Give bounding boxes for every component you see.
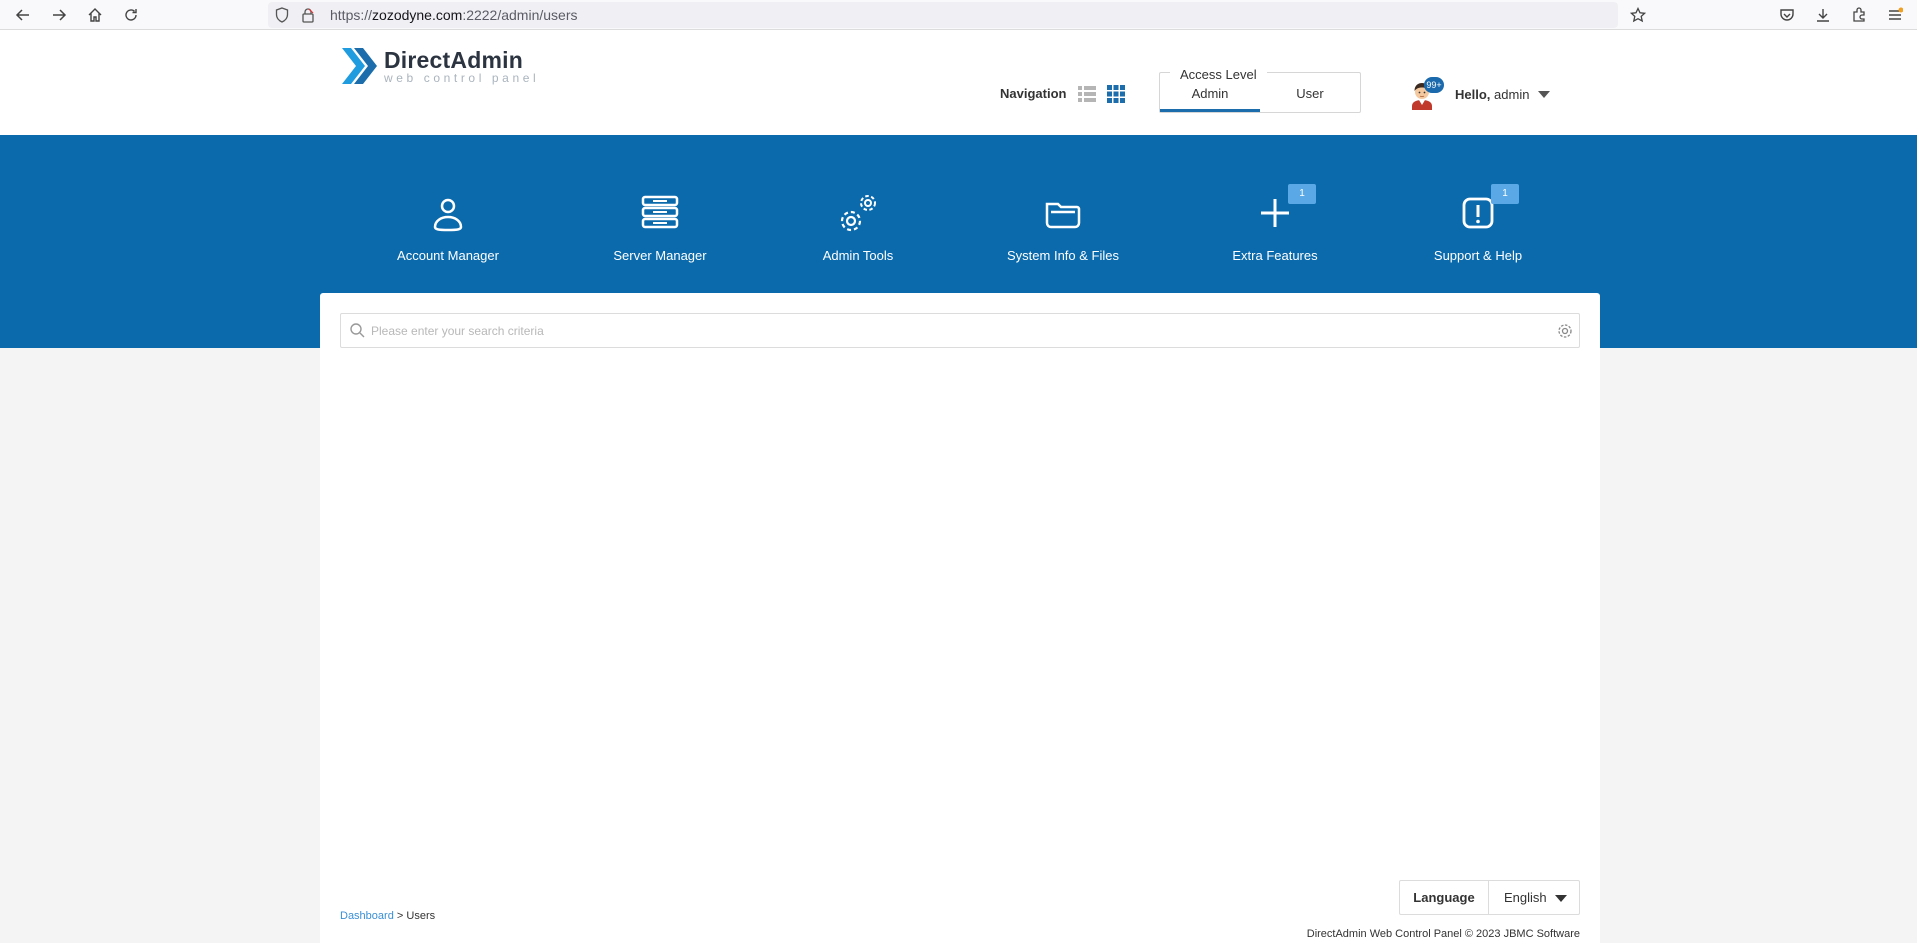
url-text: https://zozodyne.com:2222/admin/users — [330, 7, 578, 23]
menu-server-manager[interactable]: Server Manager — [606, 190, 714, 263]
notification-badge[interactable]: 99+ — [1424, 77, 1444, 93]
site-header — [0, 30, 1917, 135]
menu-support-help[interactable]: 1 Support & Help — [1430, 184, 1526, 263]
lock-icon[interactable] — [298, 5, 318, 25]
user-greeting[interactable]: Hello, admin — [1455, 87, 1529, 102]
breadcrumb-separator: > — [396, 910, 404, 922]
search-bar — [340, 313, 1580, 348]
menu-label: Extra Features — [1232, 248, 1318, 263]
badge-count: 1 — [1288, 184, 1316, 204]
logo-subtitle: web control panel — [384, 71, 540, 85]
grid-view-icon[interactable] — [1107, 85, 1125, 103]
menu-system-info-files[interactable]: System Info & Files — [1000, 190, 1126, 263]
list-view-icon[interactable] — [1078, 86, 1096, 102]
navigation-label: Navigation — [1000, 86, 1067, 101]
logo-chevron-icon — [342, 48, 377, 84]
badge-count: 1 — [1491, 184, 1519, 204]
folder-icon — [1038, 190, 1088, 240]
bookmark-star-icon[interactable] — [1628, 5, 1648, 25]
downloads-icon[interactable] — [1811, 3, 1835, 27]
chevron-down-icon[interactable] — [1555, 895, 1567, 902]
url-host: zozodyne.com — [372, 7, 463, 23]
logo-title: DirectAdmin — [384, 47, 523, 73]
shield-icon[interactable] — [272, 5, 292, 25]
search-icon — [350, 323, 365, 338]
user-menu-caret-icon[interactable] — [1538, 91, 1550, 98]
language-label: Language — [1400, 881, 1489, 914]
breadcrumb: Dashboard > Users — [340, 910, 435, 922]
pocket-icon[interactable] — [1775, 3, 1799, 27]
breadcrumb-dashboard-link[interactable]: Dashboard — [340, 910, 394, 922]
url-path: :2222/admin/users — [462, 7, 578, 23]
search-settings-gear-icon[interactable] — [1557, 323, 1573, 339]
search-input[interactable] — [371, 320, 1541, 342]
menu-label: System Info & Files — [1007, 248, 1119, 263]
greeting-text: Hello, — [1455, 87, 1491, 102]
forward-icon[interactable] — [47, 3, 71, 27]
reload-icon[interactable] — [119, 3, 143, 27]
menu-admin-tools[interactable]: Admin Tools — [808, 190, 908, 263]
exclamation-icon: 1 — [1453, 184, 1519, 240]
address-bar[interactable]: https://zozodyne.com:2222/admin/users — [268, 2, 1646, 28]
url-prefix: https:// — [330, 7, 373, 23]
menu-label: Account Manager — [397, 248, 499, 263]
browser-toolbar: https://zozodyne.com:2222/admin/users — [0, 0, 1917, 30]
username: admin — [1494, 87, 1530, 102]
extensions-icon[interactable] — [1847, 3, 1871, 27]
menu-label: Server Manager — [613, 248, 707, 263]
content-panel — [320, 293, 1600, 943]
plus-icon: 1 — [1250, 184, 1316, 240]
home-icon[interactable] — [83, 3, 107, 27]
access-tab-admin[interactable]: Admin — [1160, 86, 1260, 101]
menu-label: Admin Tools — [822, 248, 894, 263]
access-level-title: Access Level — [1170, 67, 1267, 82]
menu-extra-features[interactable]: 1 Extra Features — [1228, 184, 1322, 263]
user-icon — [423, 190, 473, 240]
server-icon — [635, 190, 685, 240]
back-icon[interactable] — [11, 3, 35, 27]
breadcrumb-current: Users — [406, 910, 436, 922]
menu-label: Support & Help — [1433, 248, 1523, 263]
active-tab-indicator — [1160, 109, 1260, 112]
directadmin-logo[interactable]: DirectAdmin web control panel — [340, 44, 539, 88]
footer-copyright: DirectAdmin Web Control Panel © 2023 JBM… — [1306, 928, 1580, 940]
access-tab-user[interactable]: User — [1260, 86, 1360, 101]
language-selector[interactable]: Language English — [1399, 880, 1580, 915]
gears-icon — [833, 190, 883, 240]
language-value[interactable]: English — [1504, 881, 1547, 914]
menu-icon[interactable] — [1883, 3, 1907, 27]
menu-account-manager[interactable]: Account Manager — [392, 190, 504, 263]
